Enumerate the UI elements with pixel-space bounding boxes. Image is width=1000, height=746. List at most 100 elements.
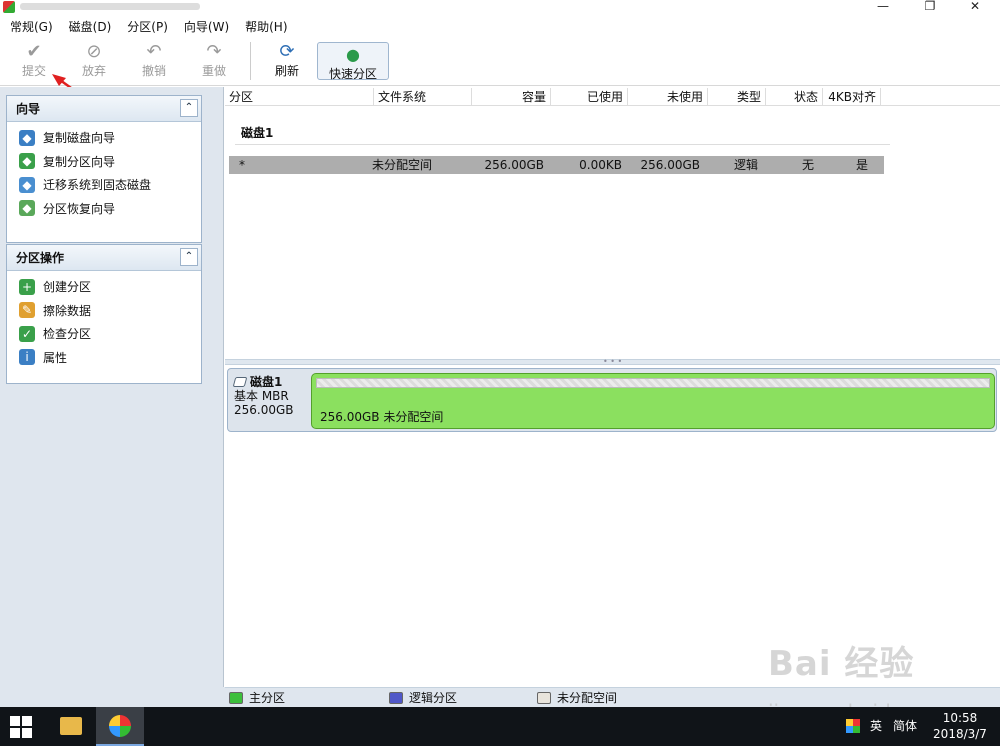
op-item-label: 创建分区 [43,280,92,295]
col-capacity[interactable]: 容量 [472,88,551,105]
app-icon [3,1,15,13]
watermark-brand: Bai 经验 [768,644,915,684]
table-header: 分区 文件系统 容量 已使用 未使用 类型 状态 4KB对齐 [225,88,1000,106]
discard-icon: ⊘ [86,41,102,62]
refresh-label: 刷新 [274,64,299,78]
taskbar-partition-app[interactable] [96,707,144,746]
ime-mode[interactable]: 简体 [893,707,917,746]
properties-icon: i [19,349,35,366]
usage-bar [316,378,990,388]
close-button[interactable]: ✕ [952,0,998,14]
left-panel: 向导 ⌃ ◆ 复制磁盘向导 ◆ 复制分区向导 ◆ 迁移系统到固态磁盘 ◆ 分区恢… [0,87,224,687]
disk-map-size: 256.00GB [234,403,294,417]
cell-used: 0.00KB [579,158,622,172]
logical-swatch [389,691,404,704]
discard-button[interactable]: ⊘ 放弃 [64,38,124,84]
tray-app-icon[interactable] [846,719,860,733]
restore-button[interactable]: ❐ [907,0,953,14]
table-row[interactable]: * 未分配空间 256.00GB 0.00KB 256.00GB 逻辑 无 是 [229,156,884,174]
taskbar: 英 简体 10:58 2018/3/7 [0,707,1000,746]
copy-partition-icon: ◆ [19,153,35,170]
legend-primary-label: 主分区 [249,691,286,705]
partition-ops-header: 分区操作 ⌃ [7,245,201,271]
submit-button[interactable]: ✔ 提交 [4,38,64,84]
disk-map-name: 磁盘1 [250,375,283,389]
menu-bar: 常规(G) 磁盘(D) 分区(P) 向导(W) 帮助(H) [0,16,1000,38]
undo-button[interactable]: ↶ 撤销 [124,38,184,84]
left-legend-filler [0,687,225,707]
redo-label: 重做 [201,64,226,78]
check-partition-icon: ✓ [19,325,35,342]
wizard-panel-header: 向导 ⌃ [7,96,201,122]
unallocated-partition-block[interactable]: 256.00GB 未分配空间 [311,373,995,429]
system-clock[interactable]: 10:58 2018/3/7 [930,710,990,742]
create-partition-icon: + [19,278,35,295]
cell-status: 无 [801,158,814,172]
pane-splitter[interactable]: • • • [225,357,1000,366]
toolbar: ✔ 提交 ⊘ 放弃 ↶ 撤销 ↷ 重做 ⟳ 刷新 ● 快速分区 [0,38,1000,86]
menu-help[interactable]: 帮助(H) [237,16,295,38]
col-type[interactable]: 类型 [708,88,766,105]
op-properties[interactable]: i 属性 [7,346,201,370]
quick-partition-icon: ● [346,45,360,64]
menu-disk[interactable]: 磁盘(D) [61,16,120,38]
disk-group-divider [235,144,890,145]
wizard-partition-recovery[interactable]: ◆ 分区恢复向导 [7,197,201,221]
cell-filesystem: 未分配空间 [372,158,433,172]
disk-icon [232,377,248,387]
col-4k-aligned[interactable]: 4KB对齐 [823,88,881,105]
clock-time: 10:58 [942,711,978,725]
col-used[interactable]: 已使用 [551,88,628,105]
wizard-panel-title: 向导 [16,102,41,116]
legend-unallocated: 未分配空间 [537,689,617,706]
cell-unused: 256.00GB [640,158,700,172]
disk-group-label: 磁盘1 [241,126,274,140]
refresh-icon: ⟳ [279,41,295,62]
col-status[interactable]: 状态 [766,88,823,105]
title-bar: — ❐ ✕ [0,0,1000,14]
col-filesystem[interactable]: 文件系统 [374,88,472,105]
op-check-partition[interactable]: ✓ 检查分区 [7,322,201,346]
op-item-label: 检查分区 [43,327,92,342]
partition-block-label: 256.00GB 未分配空间 [320,410,444,424]
menu-general[interactable]: 常规(G) [2,16,61,38]
quick-partition-button[interactable]: ● 快速分区 [317,42,389,81]
cell-partition: * [239,158,245,172]
wizard-copy-disk[interactable]: ◆ 复制磁盘向导 [7,126,201,150]
quick-partition-label: 快速分区 [328,67,377,81]
menu-partition[interactable]: 分区(P) [119,16,176,38]
redo-icon: ↷ [206,41,222,62]
menu-wizard[interactable]: 向导(W) [176,16,237,38]
primary-swatch [229,691,243,704]
col-partition[interactable]: 分区 [225,88,374,105]
wizard-migrate-ssd[interactable]: ◆ 迁移系统到固态磁盘 [7,173,201,197]
wizard-copy-partition[interactable]: ◆ 复制分区向导 [7,150,201,174]
partition-app-icon [109,715,131,737]
wipe-data-icon: ✎ [19,302,35,319]
op-item-label: 擦除数据 [43,303,92,318]
file-explorer-icon[interactable] [60,717,82,735]
unallocated-swatch [537,691,552,704]
windows-start-icon[interactable] [10,716,32,738]
migrate-ssd-icon: ◆ [19,176,35,193]
minimize-button[interactable]: — [860,0,906,14]
refresh-button[interactable]: ⟳ 刷新 [257,38,317,84]
wizard-item-label: 迁移系统到固态磁盘 [43,178,152,193]
col-unused[interactable]: 未使用 [628,88,708,105]
cell-4k-aligned: 是 [855,158,868,172]
grip-icon: • • • [603,357,623,366]
op-item-label: 属性 [43,350,68,365]
ime-language[interactable]: 英 [870,707,882,746]
op-create-partition[interactable]: + 创建分区 [7,275,201,299]
disk-map[interactable]: 磁盘1 基本 MBR 256.00GB 256.00GB 未分配空间 [227,368,997,432]
legend-unallocated-label: 未分配空间 [557,691,618,705]
wizard-item-label: 复制磁盘向导 [43,131,116,146]
op-wipe-data[interactable]: ✎ 擦除数据 [7,299,201,323]
collapse-icon[interactable]: ⌃ [180,248,198,266]
collapse-icon[interactable]: ⌃ [180,99,198,117]
legend-primary: 主分区 [229,689,285,706]
partition-recovery-icon: ◆ [19,200,35,217]
clock-date: 2018/3/7 [933,727,987,741]
submit-label: 提交 [21,64,46,78]
redo-button[interactable]: ↷ 重做 [184,38,244,84]
